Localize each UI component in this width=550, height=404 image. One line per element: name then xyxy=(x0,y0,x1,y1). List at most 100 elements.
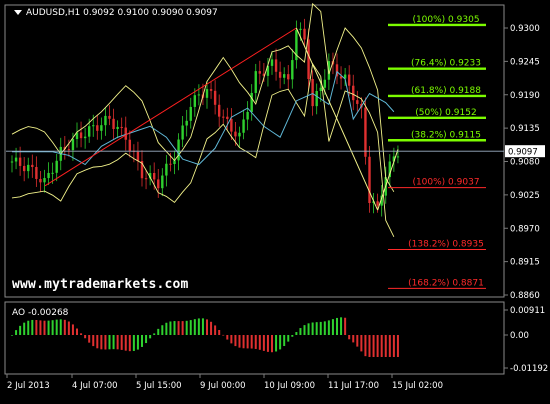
candle-body xyxy=(197,94,201,96)
candle-body xyxy=(376,201,379,206)
ao-bar xyxy=(360,335,363,352)
candle-body xyxy=(22,165,26,172)
watermark: www.mytrademarkets.com xyxy=(12,277,189,292)
ao-bar xyxy=(254,335,257,349)
candle-body xyxy=(315,90,318,107)
candle-body xyxy=(323,79,327,88)
time-tick-label: 2 Jul 2013 xyxy=(7,381,50,391)
ao-bar xyxy=(132,335,135,351)
ao-bar xyxy=(165,322,168,335)
ao-bar xyxy=(315,322,318,335)
price-tick-label: 0.9135 xyxy=(510,124,540,134)
candle-body xyxy=(43,178,46,183)
price-tick-label: 0.9080 xyxy=(510,158,540,168)
candle-body xyxy=(128,139,132,151)
ao-tick-label: 0.00 xyxy=(510,331,529,341)
ao-bar xyxy=(210,321,213,335)
candle-body xyxy=(287,74,290,80)
time-tick-label: 4 Jul 07:00 xyxy=(72,381,118,391)
ao-bar xyxy=(250,335,253,349)
ao-tick-label: -0.01192 xyxy=(510,364,548,374)
ao-bar xyxy=(368,335,371,357)
ao-bar xyxy=(352,335,355,343)
ao-bar xyxy=(287,335,290,342)
candle-body xyxy=(205,89,209,98)
ao-bar xyxy=(303,325,306,335)
ao-bar xyxy=(80,333,83,335)
ao-bar xyxy=(340,317,343,335)
ao-bar xyxy=(19,325,22,335)
ao-bar xyxy=(193,319,196,335)
price-chart[interactable]: (100%) 0.9305 (76.4%) 0.9233 (61.8%) 0.918… xyxy=(0,0,550,400)
ao-label: AO -0.00268 xyxy=(12,308,69,318)
candle-body xyxy=(31,164,34,167)
ao-bar xyxy=(336,317,338,335)
time-tick-label: 15 Jul 02:00 xyxy=(392,381,443,391)
ao-bar xyxy=(47,320,50,335)
ao-bar xyxy=(331,319,334,335)
ao-bar xyxy=(35,319,38,335)
candle-body xyxy=(39,178,42,183)
ao-bar xyxy=(299,328,302,335)
ao-bar xyxy=(84,335,87,339)
candle-body xyxy=(347,74,351,86)
time-axis: 2 Jul 2013 4 Jul 07:00 5 Jul 15:00 9 Jul 00… xyxy=(6,374,443,391)
ao-bar xyxy=(108,335,111,350)
candle-body xyxy=(352,85,355,101)
fib-level-label: (100%) 0.9305 xyxy=(412,15,479,25)
ao-bar xyxy=(181,321,184,335)
candle-body xyxy=(169,163,172,165)
ao-bar xyxy=(128,335,131,352)
ao-bar xyxy=(323,321,326,335)
ao-tick-label: 0.00911 xyxy=(510,306,545,316)
candle-body xyxy=(311,78,314,107)
ao-bar xyxy=(319,321,322,335)
chart-window[interactable]: (100%) 0.9305 (76.4%) 0.9233 (61.8%) 0.918… xyxy=(0,0,550,400)
ao-bar xyxy=(43,320,46,335)
symbol-quote: AUDUSD,H1 0.9092 0.9100 0.9090 0.9097 xyxy=(26,8,218,18)
ao-bar xyxy=(311,322,314,335)
ao-bar xyxy=(51,320,54,335)
time-tick-label: 9 Jul 00:00 xyxy=(200,381,246,391)
dropdown-triangle-icon[interactable] xyxy=(14,10,22,15)
ao-bar xyxy=(141,335,143,347)
ao-bar xyxy=(364,335,367,357)
ao-bar xyxy=(104,335,107,350)
candle-body xyxy=(152,173,156,180)
candle-body xyxy=(51,172,54,174)
candle-body xyxy=(278,71,282,78)
ao-bar xyxy=(88,335,91,343)
ao-bar xyxy=(376,335,379,357)
candle-body xyxy=(35,166,38,179)
fibonacci-levels: (100%) 0.9305 (76.4%) 0.9233 (61.8%) 0.918… xyxy=(388,15,486,289)
candle-body xyxy=(71,139,75,151)
candle-body xyxy=(250,92,253,112)
fib-level-label: (50%) 0.9152 xyxy=(415,108,476,118)
candle-body xyxy=(177,139,180,161)
ao-bar xyxy=(169,321,172,335)
ao-bar xyxy=(112,335,115,350)
fib-level-label: (168.2%) 0.8871 xyxy=(408,278,484,288)
candle-body xyxy=(92,125,95,127)
chart-header: AUDUSD,H1 0.9092 0.9100 0.9090 0.9097 xyxy=(14,8,218,18)
candle-body xyxy=(258,71,262,74)
ao-bar xyxy=(100,335,103,350)
candle-body xyxy=(18,157,22,166)
candle-body xyxy=(157,179,160,189)
time-tick-label: 5 Jul 15:00 xyxy=(136,381,182,391)
candle-body xyxy=(83,136,87,139)
ao-bar xyxy=(71,324,74,335)
candle-body xyxy=(100,125,103,131)
candle-body xyxy=(27,164,30,172)
candle-body xyxy=(189,106,192,121)
ao-bar xyxy=(153,333,156,335)
ao-bar xyxy=(76,328,78,335)
ao-bar xyxy=(67,321,70,335)
candle-body xyxy=(104,115,107,126)
ao-bar xyxy=(31,319,34,335)
candle-body xyxy=(282,74,286,78)
ao-bar xyxy=(295,332,298,335)
ao-bar xyxy=(136,335,139,350)
ao-bar xyxy=(222,334,225,336)
ao-bar xyxy=(380,335,383,357)
